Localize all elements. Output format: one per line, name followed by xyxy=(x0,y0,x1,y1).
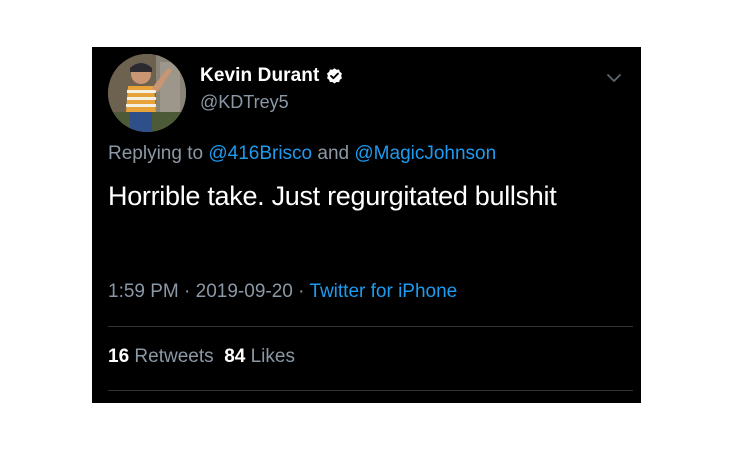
likes-stat[interactable]: 84 Likes xyxy=(224,346,295,367)
avatar-photo xyxy=(108,54,186,132)
author-name-row[interactable]: Kevin Durant xyxy=(200,65,344,87)
retweets-count: 16 xyxy=(108,346,130,367)
reply-context: Replying to @416Brisco and @MagicJohnson xyxy=(108,143,496,165)
divider xyxy=(108,326,633,327)
avatar[interactable] xyxy=(108,54,186,132)
tweet-time[interactable]: 1:59 PM xyxy=(108,281,179,302)
meta-separator: · xyxy=(184,281,191,302)
meta-separator: · xyxy=(298,281,305,302)
reply-prefix: Replying to xyxy=(108,143,204,164)
divider xyxy=(108,390,633,391)
likes-label: Likes xyxy=(250,346,295,367)
tweet-source-link[interactable]: Twitter for iPhone xyxy=(309,281,457,302)
retweets-stat[interactable]: 16 Retweets xyxy=(108,346,214,367)
retweets-label: Retweets xyxy=(134,346,214,367)
reply-mention-magicjohnson[interactable]: @MagicJohnson xyxy=(354,143,496,164)
author-display-name[interactable]: Kevin Durant xyxy=(200,65,319,87)
tweet-stats: 16 Retweets 84 Likes xyxy=(108,346,295,368)
verified-badge-icon xyxy=(325,67,344,86)
reply-mention-416brisco[interactable]: @416Brisco xyxy=(208,143,312,164)
tweet-meta: 1:59 PM · 2019-09-20 · Twitter for iPhon… xyxy=(108,281,457,303)
tweet-text: Horrible take. Just regurgitated bullshi… xyxy=(108,181,557,211)
chevron-down-icon[interactable] xyxy=(605,69,623,87)
tweet-date[interactable]: 2019-09-20 xyxy=(196,281,293,302)
tweet-card: Kevin Durant @KDTrey5 Replying to @416Br… xyxy=(92,47,641,403)
author-handle[interactable]: @KDTrey5 xyxy=(200,92,289,113)
reply-conjunction: and xyxy=(317,143,350,164)
likes-count: 84 xyxy=(224,346,246,367)
